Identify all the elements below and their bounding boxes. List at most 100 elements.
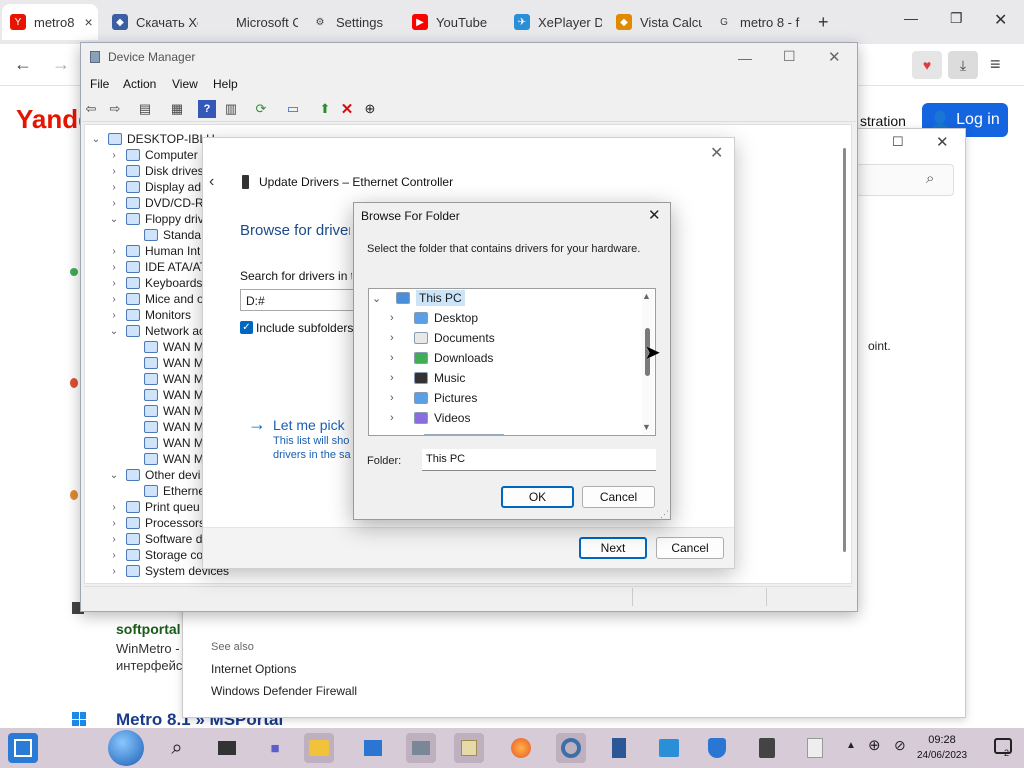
- device-tree-node[interactable]: ⌄ Floppy driv: [108, 211, 204, 227]
- document-icon[interactable]: [800, 733, 830, 763]
- folder-tree-node[interactable]: › Documents: [390, 329, 495, 347]
- chevron-down-icon[interactable]: ⌄: [108, 214, 120, 225]
- device-manager-task-icon[interactable]: [406, 733, 436, 763]
- device-tree-node[interactable]: Standa: [126, 227, 201, 243]
- folder-input[interactable]: This PC: [422, 449, 656, 471]
- tab-close-icon[interactable]: ×: [84, 14, 92, 30]
- chevron-right-icon[interactable]: ›: [390, 372, 404, 384]
- browser-tab[interactable]: ◆ Скачать Xe: [104, 4, 198, 40]
- network-icon[interactable]: ⊕: [868, 736, 881, 754]
- remote-desktop-icon[interactable]: [654, 733, 684, 763]
- close-icon[interactable]: ✕: [828, 48, 841, 66]
- close-icon[interactable]: ✕: [936, 133, 949, 151]
- start-button[interactable]: [108, 730, 144, 766]
- link-defender-firewall[interactable]: Windows Defender Firewall: [211, 684, 357, 698]
- chevron-right-icon[interactable]: ›: [108, 182, 120, 193]
- scroll-down-icon[interactable]: ▼: [642, 422, 651, 432]
- ok-button[interactable]: OK: [501, 486, 574, 508]
- folder-tree-node[interactable]: › Pictures: [390, 389, 477, 407]
- properties-icon[interactable]: ▦: [168, 100, 186, 118]
- device-tree-node[interactable]: › Computer: [108, 147, 197, 163]
- device-tree-node[interactable]: WAN M: [126, 387, 204, 403]
- folder-tree-node[interactable]: › Music: [390, 369, 465, 387]
- close-icon[interactable]: ✕: [710, 143, 723, 163]
- new-tab-button[interactable]: +: [818, 12, 829, 33]
- device-tree-node[interactable]: WAN M: [126, 451, 204, 467]
- store-icon[interactable]: [358, 733, 388, 763]
- chevron-right-icon[interactable]: ›: [108, 246, 120, 257]
- update-driver-icon[interactable]: ⬆: [316, 100, 334, 118]
- let-me-pick-link[interactable]: Let me pick: [273, 417, 345, 433]
- task-view-icon[interactable]: [212, 733, 242, 763]
- scan-icon[interactable]: ⟳: [252, 100, 270, 118]
- cancel-button[interactable]: Cancel: [582, 486, 655, 508]
- tree-view-icon[interactable]: ▤: [136, 100, 154, 118]
- device-tree-node[interactable]: WAN M: [126, 435, 204, 451]
- browser-tab[interactable]: ▶ YouTube: [404, 4, 500, 40]
- chevron-right-icon[interactable]: ›: [108, 310, 120, 321]
- chevron-right-icon[interactable]: ›: [108, 198, 120, 209]
- device-tree-node[interactable]: WAN M: [126, 419, 204, 435]
- cancel-button[interactable]: Cancel: [656, 537, 724, 559]
- minimize-icon[interactable]: —: [738, 50, 752, 66]
- browser-tab[interactable]: ✈ XePlayer D: [506, 4, 602, 40]
- forward-icon[interactable]: →: [52, 54, 70, 75]
- menu-view[interactable]: View: [172, 77, 198, 91]
- chevron-down-icon[interactable]: ⌄: [372, 292, 386, 305]
- search-icon[interactable]: ⌕: [162, 733, 192, 763]
- tray-chevron-icon[interactable]: ▲: [846, 740, 856, 751]
- clock-date[interactable]: 24/06/2023: [916, 750, 968, 761]
- menu-action[interactable]: Action: [123, 77, 156, 91]
- uninstall-icon[interactable]: ✕: [338, 100, 356, 118]
- device-tree-node[interactable]: › IDE ATA/AT: [108, 259, 207, 275]
- security-icon[interactable]: [702, 733, 732, 763]
- chevron-down-icon[interactable]: ⌄: [108, 470, 120, 481]
- back-icon[interactable]: ⇦: [82, 100, 100, 118]
- close-icon[interactable]: ✕: [994, 10, 1007, 30]
- minimize-icon[interactable]: —: [904, 10, 918, 26]
- chevron-right-icon[interactable]: ›: [108, 294, 120, 305]
- calculator-icon[interactable]: [752, 733, 782, 763]
- clock-time[interactable]: 09:28: [918, 734, 966, 746]
- device-tree-node[interactable]: WAN M: [126, 371, 204, 387]
- chevron-right-icon[interactable]: ›: [108, 534, 120, 545]
- chevron-right-icon[interactable]: ›: [108, 166, 120, 177]
- notebook-icon[interactable]: [604, 733, 634, 763]
- chevron-right-icon[interactable]: ›: [108, 150, 120, 161]
- device-tree-node[interactable]: ⌄ DESKTOP-IBLH: [90, 131, 215, 147]
- chevron-right-icon[interactable]: ›: [108, 566, 120, 577]
- folder-tree-node[interactable]: › Desktop: [390, 309, 478, 327]
- device-tree-node[interactable]: › Software d: [108, 531, 202, 547]
- chevron-right-icon[interactable]: ›: [108, 502, 120, 513]
- device-tree-node[interactable]: › Processors: [108, 515, 205, 531]
- settings-icon[interactable]: [556, 733, 586, 763]
- device-tree-node[interactable]: WAN M: [126, 339, 204, 355]
- browser-tab[interactable]: Microsoft Offic: [204, 4, 298, 40]
- help-icon[interactable]: ?: [198, 100, 216, 118]
- maximize-icon[interactable]: ☐: [783, 48, 796, 65]
- chevron-down-icon[interactable]: ⌄: [108, 326, 120, 337]
- device-tree-node[interactable]: › Disk drives: [108, 163, 203, 179]
- device-tree-node[interactable]: › Storage co: [108, 547, 203, 563]
- folder-tree-node[interactable]: › Downloads: [390, 349, 493, 367]
- maximize-icon[interactable]: ☐: [892, 134, 904, 150]
- device-tree-node[interactable]: › Mice and o: [108, 291, 203, 307]
- search-icon[interactable]: ⌕: [926, 170, 934, 187]
- back-icon[interactable]: ‹: [209, 173, 214, 191]
- next-button[interactable]: Next: [579, 537, 647, 559]
- chevron-right-icon[interactable]: ›: [390, 312, 404, 324]
- device-tree-node[interactable]: › Print queu: [108, 499, 199, 515]
- browser-tab[interactable]: Ymetro8 ×: [2, 4, 98, 40]
- app-icon[interactable]: [454, 733, 484, 763]
- device-tree-node[interactable]: WAN M: [126, 355, 204, 371]
- show-desktop-icon[interactable]: [8, 733, 38, 763]
- chevron-right-icon[interactable]: ›: [108, 550, 120, 561]
- device-tree-node[interactable]: › Keyboards: [108, 275, 202, 291]
- device-tree-node[interactable]: › Display ad: [108, 179, 201, 195]
- resize-grip-icon[interactable]: ⋰: [660, 509, 669, 520]
- scrollbar[interactable]: [843, 148, 846, 552]
- register-link[interactable]: stration: [860, 113, 906, 129]
- pocket-icon[interactable]: ♥: [912, 51, 942, 79]
- chevron-right-icon[interactable]: ›: [390, 392, 404, 404]
- folder-tree-node[interactable]: ⌄ This PC: [372, 289, 465, 307]
